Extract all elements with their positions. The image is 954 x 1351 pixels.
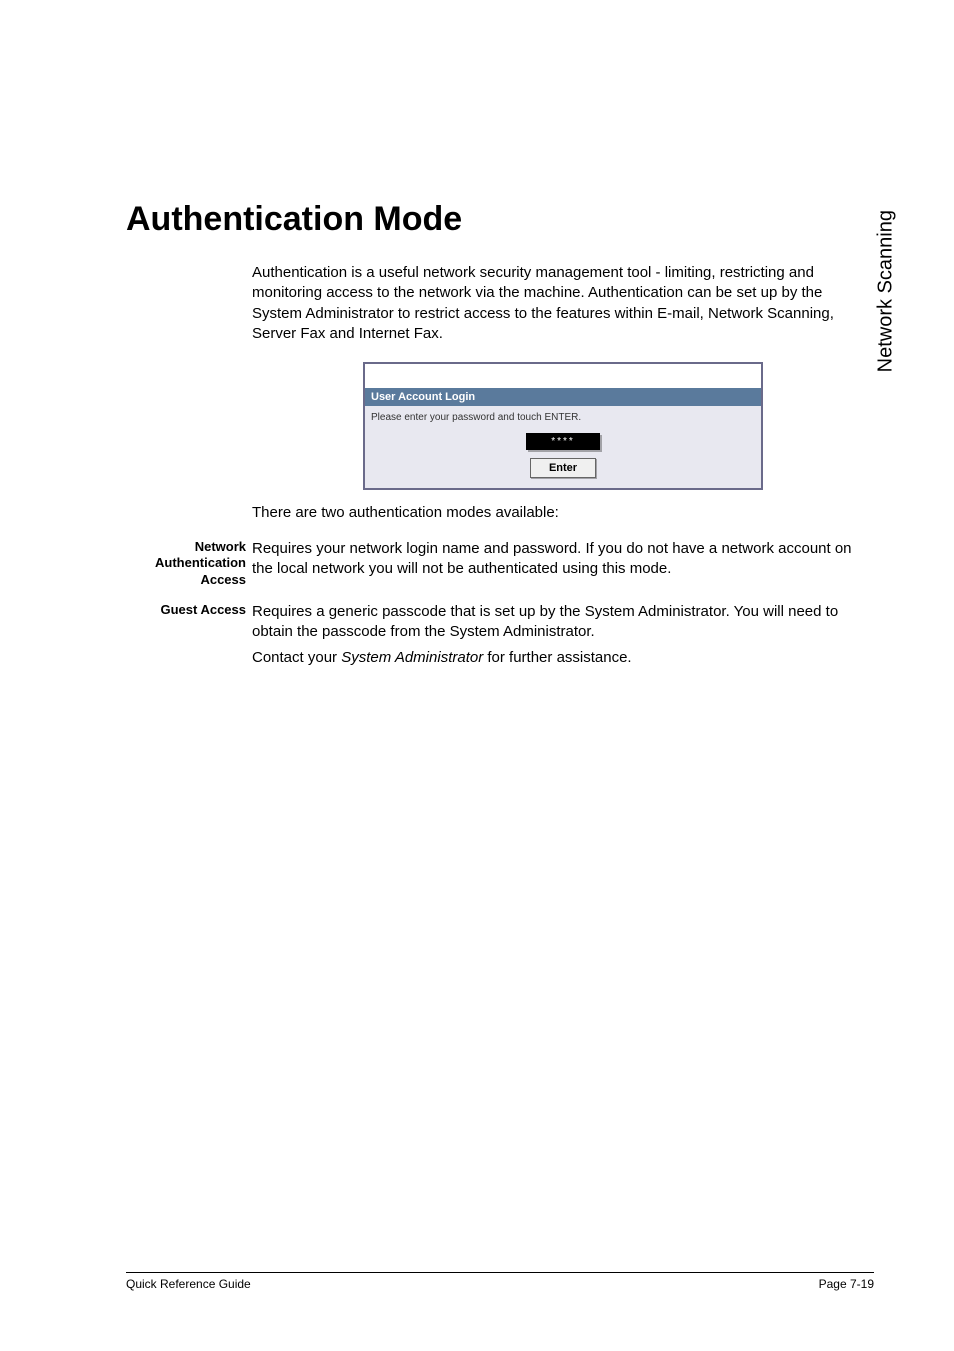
guest-body-1: Requires a generic passcode that is set …	[252, 602, 874, 643]
page-title: Authentication Mode	[126, 200, 874, 239]
guest-body-2-post: for further assistance.	[483, 649, 631, 666]
password-display: ****	[526, 433, 600, 450]
screenshot-top-strip	[365, 364, 761, 388]
entry-guest-access: Guest Access Requires a generic passcode…	[126, 602, 874, 675]
guest-body-2-pre: Contact your	[252, 649, 341, 666]
login-screenshot: User Account Login Please enter your pas…	[363, 362, 763, 490]
login-titlebar: User Account Login	[365, 388, 761, 406]
enter-button: Enter	[530, 458, 596, 478]
entry-label-naa: Network Authentication Access	[126, 539, 252, 588]
page-footer: Quick Reference Guide Page 7-19	[126, 1272, 874, 1291]
naa-label-line2: Authentication	[155, 555, 246, 570]
naa-label-line3: Access	[200, 572, 246, 587]
guest-body-2: Contact your System Administrator for fu…	[252, 648, 874, 668]
modes-intro: There are two authentication modes avail…	[252, 504, 874, 521]
naa-body: Requires your network login name and pas…	[252, 539, 874, 580]
side-section-label: Network Scanning	[874, 210, 897, 372]
entry-label-guest: Guest Access	[126, 602, 252, 675]
entry-network-auth-access: Network Authentication Access Requires y…	[126, 539, 874, 588]
footer-left: Quick Reference Guide	[126, 1277, 251, 1291]
login-hint-text: Please enter your password and touch ENT…	[371, 412, 755, 423]
naa-label-line1: Network	[195, 539, 246, 554]
intro-paragraph: Authentication is a useful network secur…	[252, 263, 874, 344]
guest-body-2-em: System Administrator	[341, 649, 483, 666]
footer-right: Page 7-19	[819, 1277, 874, 1291]
